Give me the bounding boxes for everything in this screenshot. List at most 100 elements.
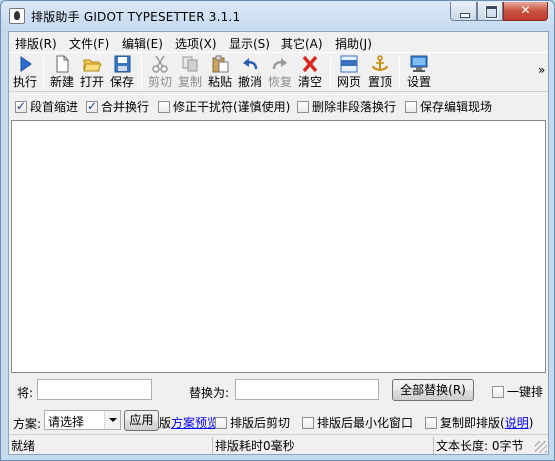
menu-file[interactable]: 文件(F) (69, 34, 109, 53)
paren-close: ) (528, 416, 534, 430)
scheme-label: 方案: (13, 417, 42, 431)
redo-label: 恢复 (267, 75, 292, 89)
clear-button[interactable]: 清空 (296, 54, 324, 91)
option-minimize-after-typeset[interactable]: 排版后最小化窗口 (302, 414, 413, 431)
pin-label: 置顶 (367, 75, 392, 89)
scheme-preview-link[interactable]: 方案预览 (171, 416, 219, 430)
menu-display[interactable]: 显示(S) (229, 34, 270, 53)
option-cut-after-typeset[interactable]: 排版后剪切 (215, 414, 290, 431)
redo-icon (270, 55, 290, 73)
checkbox[interactable] (215, 417, 227, 429)
option-label: 合并换行 (101, 100, 150, 114)
maximize-button[interactable] (477, 2, 503, 21)
redo-button[interactable]: 恢复 (266, 54, 294, 91)
resize-grip[interactable] (535, 441, 547, 453)
folder-open-icon (82, 55, 102, 73)
checkbox-checked[interactable] (86, 99, 98, 113)
chevron-down-icon[interactable] (104, 411, 120, 429)
scheme-preview: 版方案预览 (159, 414, 219, 431)
pin-button[interactable]: 置顶 (366, 54, 394, 91)
menu-donate[interactable]: 捐助(J) (335, 34, 372, 53)
option-label: 排版后最小化窗口 (317, 416, 414, 430)
toolbar-overflow-icon[interactable]: » (538, 63, 545, 77)
checkbox-checked[interactable] (15, 99, 27, 113)
status-ready: 就绪 (11, 439, 36, 453)
paste-label: 粘贴 (207, 75, 232, 89)
scheme-selected-value: 请选择 (48, 415, 85, 429)
checkbox[interactable] (492, 386, 504, 398)
status-bar: 就绪 排版耗时0毫秒 文本长度: 0字节 (9, 434, 548, 454)
replace-with-label: 替换为: (189, 386, 230, 400)
one-click-option[interactable]: 一键排 (492, 383, 543, 400)
option-delete-non-paragraph-breaks[interactable]: 删除非段落换行 (297, 98, 396, 115)
option-label: 保存编辑现场 (420, 100, 493, 114)
one-click-label: 一键排 (507, 385, 544, 399)
scheme-bar: 方案: 请选择 应用 版方案预览 排版后剪切 排版后最小化窗口 复制即排版(说明… (9, 406, 548, 434)
anchor-icon (370, 55, 390, 73)
menu-typeset[interactable]: 排版(R) (15, 34, 57, 53)
menu-edit[interactable]: 编辑(E) (122, 34, 163, 53)
web-label: 网页 (336, 75, 361, 89)
help-link[interactable]: 说明 (505, 416, 529, 430)
floppy-disk-icon (112, 55, 132, 73)
app-icon[interactable] (9, 8, 25, 24)
apply-button[interactable]: 应用 (124, 410, 159, 431)
status-length: 文本长度: 0字节 (433, 437, 548, 454)
close-button[interactable] (503, 2, 548, 21)
status-time: 排版耗时0毫秒 (212, 437, 416, 454)
find-label: 将: (17, 386, 34, 400)
save-button[interactable]: 保存 (108, 54, 136, 91)
new-button[interactable]: 新建 (48, 54, 76, 91)
checkbox[interactable] (405, 101, 417, 113)
option-label: 修正干扰符(谨慎使用) (173, 100, 291, 114)
options-bar: 段首缩进 合并换行 修正干扰符(谨慎使用) 删除非段落换行 保存编辑现场 (9, 93, 548, 117)
option-label: 段首缩进 (30, 100, 79, 114)
checkbox[interactable] (158, 101, 170, 113)
toolbar-separator (141, 57, 142, 89)
option-label: 删除非段落换行 (312, 100, 397, 114)
new-document-icon (52, 55, 72, 73)
option-copy-is-typeset[interactable]: 复制即排版(说明) (425, 414, 533, 431)
cut-button[interactable]: 剪切 (146, 54, 174, 91)
minimize-button[interactable] (450, 2, 477, 21)
html-page-icon (339, 55, 359, 73)
settings-button[interactable]: 设置 (405, 54, 433, 91)
option-indent-first-line[interactable]: 段首缩进 (15, 98, 78, 115)
option-fix-interference[interactable]: 修正干扰符(谨慎使用) (158, 98, 290, 115)
replace-bar: 将: 替换为: 全部替换(R) 一键排 (9, 376, 548, 404)
scissors-icon (150, 55, 170, 73)
play-icon (15, 55, 35, 73)
paste-button[interactable]: 粘贴 (206, 54, 234, 91)
checkbox[interactable] (297, 101, 309, 113)
undo-icon (240, 55, 260, 73)
option-save-edit-state[interactable]: 保存编辑现场 (405, 98, 492, 115)
red-x-icon (300, 55, 320, 73)
find-input[interactable] (37, 379, 152, 400)
toolbar: 执行 新建 打开 保存 剪切 复制 粘贴 撤消 恢复 清空 网页 置顶 设置 » (9, 52, 548, 92)
run-label: 执行 (12, 75, 37, 89)
clear-label: 清空 (297, 75, 322, 89)
copy-icon (180, 55, 200, 73)
settings-label: 设置 (406, 75, 431, 89)
option-merge-line-breaks[interactable]: 合并换行 (86, 98, 149, 115)
replace-all-button[interactable]: 全部替换(R) (392, 379, 474, 401)
menu-other[interactable]: 其它(A) (281, 34, 323, 53)
title-bar[interactable]: 排版助手 GIDOT TYPESETTER 3.1.1 (1, 1, 554, 31)
run-button[interactable]: 执行 (11, 54, 39, 91)
toolbar-separator (43, 57, 44, 89)
copy-button[interactable]: 复制 (176, 54, 204, 91)
cut-label: 剪切 (147, 75, 172, 89)
toolbar-separator (330, 57, 331, 89)
checkbox[interactable] (302, 417, 314, 429)
toolbar-separator (399, 57, 400, 89)
text-editor[interactable] (11, 120, 546, 373)
undo-button[interactable]: 撤消 (236, 54, 264, 91)
checkbox[interactable] (425, 417, 437, 429)
web-button[interactable]: 网页 (335, 54, 363, 91)
open-button[interactable]: 打开 (78, 54, 106, 91)
open-label: 打开 (79, 75, 104, 89)
scheme-select[interactable]: 请选择 (44, 410, 121, 430)
replace-input[interactable] (235, 379, 379, 400)
option-label: 排版后剪切 (230, 416, 291, 430)
menu-options[interactable]: 选项(X) (175, 34, 217, 53)
